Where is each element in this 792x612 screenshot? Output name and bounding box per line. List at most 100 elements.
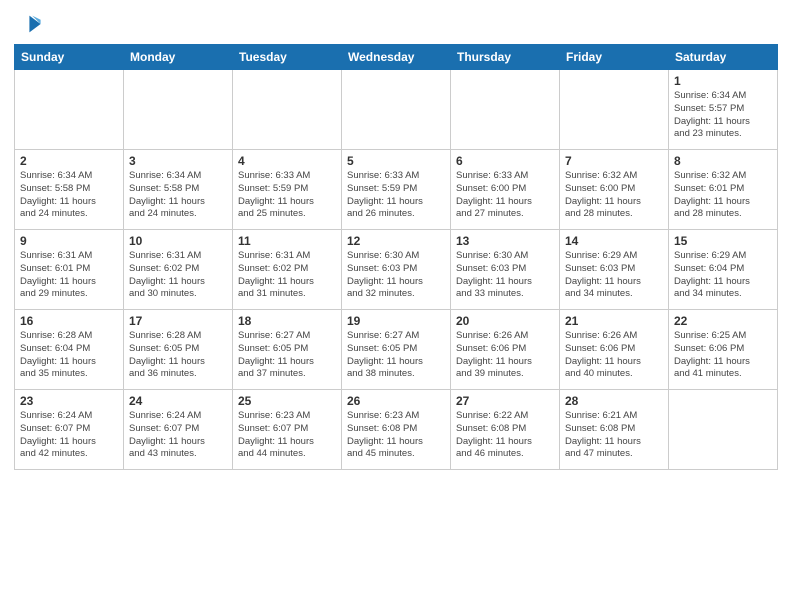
day-info: Sunrise: 6:28 AM Sunset: 6:05 PM Dayligh… (129, 330, 227, 381)
calendar-cell: 15 Sunrise: 6:29 AM Sunset: 6:04 PM Dayli… (669, 230, 778, 310)
day-info: Sunrise: 6:33 AM Sunset: 6:00 PM Dayligh… (456, 170, 554, 221)
calendar-cell: 13 Sunrise: 6:30 AM Sunset: 6:03 PM Dayli… (451, 230, 560, 310)
calendar-cell: 21 Sunrise: 6:26 AM Sunset: 6:06 PM Dayli… (560, 310, 669, 390)
day-info: Sunrise: 6:30 AM Sunset: 6:03 PM Dayligh… (456, 250, 554, 301)
day-info: Sunrise: 6:29 AM Sunset: 6:03 PM Dayligh… (565, 250, 663, 301)
calendar-cell: 23 Sunrise: 6:24 AM Sunset: 6:07 PM Dayli… (15, 390, 124, 470)
calendar-table: SundayMondayTuesdayWednesdayThursdayFrid… (14, 44, 778, 470)
weekday-tuesday: Tuesday (233, 45, 342, 70)
calendar-cell: 18 Sunrise: 6:27 AM Sunset: 6:05 PM Dayli… (233, 310, 342, 390)
day-number: 22 (674, 314, 772, 328)
calendar-cell: 10 Sunrise: 6:31 AM Sunset: 6:02 PM Dayli… (124, 230, 233, 310)
day-number: 9 (20, 234, 118, 248)
calendar-cell: 20 Sunrise: 6:26 AM Sunset: 6:06 PM Dayli… (451, 310, 560, 390)
day-number: 25 (238, 394, 336, 408)
calendar-week-5: 23 Sunrise: 6:24 AM Sunset: 6:07 PM Dayli… (15, 390, 778, 470)
day-info: Sunrise: 6:32 AM Sunset: 6:00 PM Dayligh… (565, 170, 663, 221)
day-number: 21 (565, 314, 663, 328)
calendar-cell: 5Sunrise: 6:33 AM Sunset: 5:59 PM Daylig… (342, 150, 451, 230)
day-number: 6 (456, 154, 554, 168)
day-info: Sunrise: 6:28 AM Sunset: 6:04 PM Dayligh… (20, 330, 118, 381)
day-info: Sunrise: 6:27 AM Sunset: 6:05 PM Dayligh… (238, 330, 336, 381)
calendar-cell: 2Sunrise: 6:34 AM Sunset: 5:58 PM Daylig… (15, 150, 124, 230)
day-info: Sunrise: 6:31 AM Sunset: 6:01 PM Dayligh… (20, 250, 118, 301)
calendar-cell: 8 Sunrise: 6:32 AM Sunset: 6:01 PM Daylig… (669, 150, 778, 230)
day-info: Sunrise: 6:31 AM Sunset: 6:02 PM Dayligh… (238, 250, 336, 301)
day-info: Sunrise: 6:34 AM Sunset: 5:57 PM Dayligh… (674, 90, 772, 141)
day-number: 5 (347, 154, 445, 168)
day-info: Sunrise: 6:31 AM Sunset: 6:02 PM Dayligh… (129, 250, 227, 301)
calendar-cell: 4 Sunrise: 6:33 AM Sunset: 5:59 PM Daylig… (233, 150, 342, 230)
calendar-cell: 17 Sunrise: 6:28 AM Sunset: 6:05 PM Dayli… (124, 310, 233, 390)
calendar-cell: 11Sunrise: 6:31 AM Sunset: 6:02 PM Dayli… (233, 230, 342, 310)
day-number: 13 (456, 234, 554, 248)
calendar-cell: 1 Sunrise: 6:34 AM Sunset: 5:57 PM Daylig… (669, 70, 778, 150)
weekday-wednesday: Wednesday (342, 45, 451, 70)
calendar-cell (669, 390, 778, 470)
calendar-cell (124, 70, 233, 150)
calendar-cell (451, 70, 560, 150)
calendar-cell: 7 Sunrise: 6:32 AM Sunset: 6:00 PM Daylig… (560, 150, 669, 230)
weekday-monday: Monday (124, 45, 233, 70)
day-info: Sunrise: 6:24 AM Sunset: 6:07 PM Dayligh… (20, 410, 118, 461)
day-number: 17 (129, 314, 227, 328)
weekday-friday: Friday (560, 45, 669, 70)
calendar-cell: 27 Sunrise: 6:22 AM Sunset: 6:08 PM Dayli… (451, 390, 560, 470)
calendar-cell: 12 Sunrise: 6:30 AM Sunset: 6:03 PM Dayli… (342, 230, 451, 310)
calendar-cell (342, 70, 451, 150)
weekday-sunday: Sunday (15, 45, 124, 70)
day-number: 1 (674, 74, 772, 88)
calendar-cell: 14 Sunrise: 6:29 AM Sunset: 6:03 PM Dayli… (560, 230, 669, 310)
day-info: Sunrise: 6:26 AM Sunset: 6:06 PM Dayligh… (565, 330, 663, 381)
day-info: Sunrise: 6:22 AM Sunset: 6:08 PM Dayligh… (456, 410, 554, 461)
calendar-cell: 25 Sunrise: 6:23 AM Sunset: 6:07 PM Dayli… (233, 390, 342, 470)
day-info: Sunrise: 6:24 AM Sunset: 6:07 PM Dayligh… (129, 410, 227, 461)
page: SundayMondayTuesdayWednesdayThursdayFrid… (0, 0, 792, 612)
calendar-cell: 16 Sunrise: 6:28 AM Sunset: 6:04 PM Dayli… (15, 310, 124, 390)
calendar-cell: 26 Sunrise: 6:23 AM Sunset: 6:08 PM Dayli… (342, 390, 451, 470)
weekday-header-row: SundayMondayTuesdayWednesdayThursdayFrid… (15, 45, 778, 70)
day-info: Sunrise: 6:30 AM Sunset: 6:03 PM Dayligh… (347, 250, 445, 301)
day-info: Sunrise: 6:33 AM Sunset: 5:59 PM Dayligh… (238, 170, 336, 221)
day-number: 14 (565, 234, 663, 248)
day-number: 8 (674, 154, 772, 168)
calendar-cell: 22Sunrise: 6:25 AM Sunset: 6:06 PM Dayli… (669, 310, 778, 390)
calendar-cell (15, 70, 124, 150)
calendar-week-2: 2Sunrise: 6:34 AM Sunset: 5:58 PM Daylig… (15, 150, 778, 230)
day-info: Sunrise: 6:29 AM Sunset: 6:04 PM Dayligh… (674, 250, 772, 301)
day-number: 18 (238, 314, 336, 328)
day-number: 20 (456, 314, 554, 328)
day-number: 27 (456, 394, 554, 408)
day-number: 26 (347, 394, 445, 408)
calendar-cell: 3 Sunrise: 6:34 AM Sunset: 5:58 PM Daylig… (124, 150, 233, 230)
day-info: Sunrise: 6:23 AM Sunset: 6:07 PM Dayligh… (238, 410, 336, 461)
day-info: Sunrise: 6:23 AM Sunset: 6:08 PM Dayligh… (347, 410, 445, 461)
calendar-cell: 28Sunrise: 6:21 AM Sunset: 6:08 PM Dayli… (560, 390, 669, 470)
header (14, 10, 778, 38)
calendar-cell (560, 70, 669, 150)
day-info: Sunrise: 6:26 AM Sunset: 6:06 PM Dayligh… (456, 330, 554, 381)
day-number: 3 (129, 154, 227, 168)
day-number: 24 (129, 394, 227, 408)
weekday-thursday: Thursday (451, 45, 560, 70)
logo-icon (14, 10, 42, 38)
day-number: 4 (238, 154, 336, 168)
calendar-cell: 9 Sunrise: 6:31 AM Sunset: 6:01 PM Daylig… (15, 230, 124, 310)
day-info: Sunrise: 6:34 AM Sunset: 5:58 PM Dayligh… (20, 170, 118, 221)
calendar-week-4: 16 Sunrise: 6:28 AM Sunset: 6:04 PM Dayli… (15, 310, 778, 390)
calendar-cell: 24 Sunrise: 6:24 AM Sunset: 6:07 PM Dayli… (124, 390, 233, 470)
day-number: 19 (347, 314, 445, 328)
day-number: 12 (347, 234, 445, 248)
calendar-week-1: 1 Sunrise: 6:34 AM Sunset: 5:57 PM Daylig… (15, 70, 778, 150)
day-number: 16 (20, 314, 118, 328)
day-number: 7 (565, 154, 663, 168)
weekday-saturday: Saturday (669, 45, 778, 70)
day-number: 23 (20, 394, 118, 408)
calendar-cell: 6 Sunrise: 6:33 AM Sunset: 6:00 PM Daylig… (451, 150, 560, 230)
day-info: Sunrise: 6:34 AM Sunset: 5:58 PM Dayligh… (129, 170, 227, 221)
day-number: 15 (674, 234, 772, 248)
day-number: 10 (129, 234, 227, 248)
day-info: Sunrise: 6:32 AM Sunset: 6:01 PM Dayligh… (674, 170, 772, 221)
day-info: Sunrise: 6:21 AM Sunset: 6:08 PM Dayligh… (565, 410, 663, 461)
logo (14, 10, 46, 38)
